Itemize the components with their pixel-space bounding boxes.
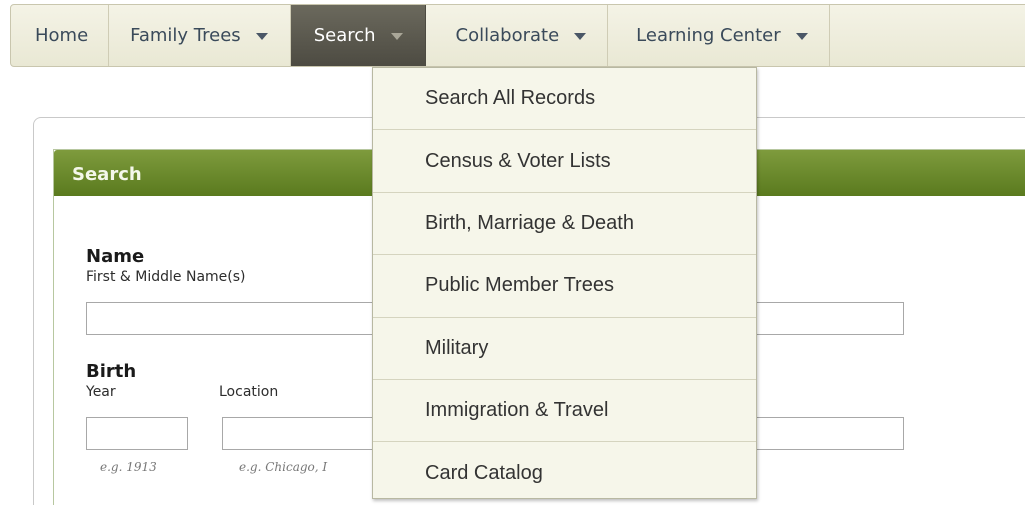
menu-item-label: Immigration & Travel (425, 399, 609, 422)
birth-location-hint: e.g. Chicago, I (239, 460, 328, 474)
chevron-down-icon (795, 33, 808, 40)
menu-item-immigration-travel[interactable]: Immigration & Travel (373, 380, 756, 443)
menu-item-census-voter-lists[interactable]: Census & Voter Lists (373, 130, 756, 193)
birth-year-hint: e.g. 1913 (100, 460, 157, 474)
chevron-down-icon (574, 33, 587, 40)
tab-label: Learning Center (636, 25, 781, 46)
tab-search[interactable]: Search (290, 5, 426, 66)
birth-year-input[interactable] (86, 417, 188, 450)
tab-label: Search (313, 25, 376, 46)
main-nav: Home Family Trees Search Collaborate Lea… (10, 4, 1025, 67)
menu-item-search-all-records[interactable]: Search All Records (373, 68, 756, 131)
chevron-down-icon (255, 33, 268, 40)
tab-label: Home (35, 25, 89, 46)
menu-item-card-catalog[interactable]: Card Catalog (373, 442, 756, 504)
birth-heading: Birth (86, 361, 137, 382)
menu-item-public-member-trees[interactable]: Public Member Trees (373, 255, 756, 318)
birth-year-label: Year (86, 384, 116, 400)
menu-item-label: Census & Voter Lists (425, 149, 611, 172)
tab-collaborate[interactable]: Collaborate (426, 5, 609, 66)
chevron-down-icon (390, 33, 403, 40)
name-heading: Name (86, 246, 145, 267)
last-name-input[interactable] (754, 302, 904, 335)
menu-item-military[interactable]: Military (373, 318, 756, 380)
menu-item-label: Public Member Trees (425, 274, 614, 297)
menu-item-label: Card Catalog (425, 462, 543, 485)
tab-home[interactable]: Home (11, 5, 110, 66)
menu-item-label: Search All Records (425, 87, 596, 110)
tab-family-trees[interactable]: Family Trees (109, 5, 291, 66)
tab-label: Family Trees (130, 25, 241, 46)
birth-extra-input[interactable] (754, 417, 904, 450)
menu-item-label: Birth, Marriage & Death (425, 211, 634, 234)
birth-location-label: Location (219, 384, 279, 400)
first-name-input[interactable] (86, 302, 406, 335)
tab-label: Collaborate (455, 25, 560, 46)
menu-item-label: Military (425, 336, 489, 359)
search-dropdown-menu: Search All Records Census & Voter Lists … (372, 67, 757, 499)
tab-learning-center[interactable]: Learning Center (608, 5, 830, 66)
first-name-label: First & Middle Name(s) (86, 269, 246, 285)
menu-item-birth-marriage-death[interactable]: Birth, Marriage & Death (373, 193, 756, 256)
